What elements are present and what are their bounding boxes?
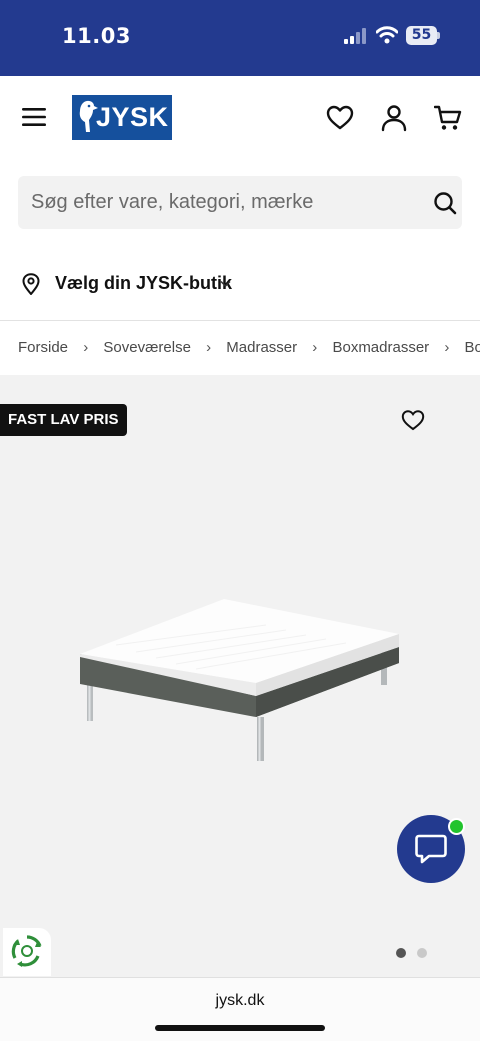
breadcrumb-item-sovevaerelse[interactable]: Soveværelse [103,339,191,356]
jysk-logo[interactable]: JYSK [72,95,172,140]
search-placeholder: Søg efter vare, kategori, mærke [31,191,314,213]
price-badge: FAST LAV PRIS [0,404,127,436]
store-selector-label: Vælg din JYSK-butik [55,273,233,293]
breadcrumb-item-madrasser[interactable]: Madrasser [226,339,297,356]
chat-icon [415,834,447,864]
cart-icon[interactable] [434,104,462,132]
breadcrumb-item-current[interactable]: Boxmadrasser [465,339,480,356]
battery-level: 55 [411,27,432,43]
chevron-down-icon [220,280,231,288]
chevron-right-icon: › [312,338,318,356]
status-bar: 11.03 55 [0,0,480,76]
chevron-right-icon: › [444,338,450,356]
product-image [80,599,399,761]
pagination-dot[interactable] [417,948,428,958]
battery-indicator: 55 [406,26,440,45]
image-pagination [396,945,434,958]
cellular-signal-icon [344,28,366,44]
product-image-gallery[interactable]: FAST LAV PRIS [0,375,480,977]
chevron-right-icon: › [83,338,89,356]
location-pin-icon [22,273,40,295]
account-icon[interactable] [380,104,408,132]
sustainability-badge[interactable] [3,928,51,976]
browser-url[interactable]: jysk.dk [0,992,480,1010]
heart-icon[interactable] [326,104,354,132]
search-icon[interactable] [433,191,457,215]
pagination-dot-active[interactable] [396,948,406,958]
divider [0,320,480,321]
recycle-icon [11,935,42,967]
heart-icon[interactable] [401,409,425,431]
site-header: JYSK [0,76,480,166]
home-indicator[interactable] [155,1025,325,1031]
chat-button[interactable] [397,815,465,883]
store-selector[interactable]: Vælg din JYSK-butik [0,260,480,308]
breadcrumb-item-forside[interactable]: Forside [18,339,68,356]
logo-text: JYSK [96,102,169,132]
breadcrumb: Forside › Soveværelse › Madrasser › Boxm… [18,338,480,360]
browser-address-bar[interactable]: jysk.dk [0,977,480,1041]
online-status-dot [448,818,465,835]
search-input[interactable]: Søg efter vare, kategori, mærke [18,176,462,229]
wifi-icon [376,26,398,44]
breadcrumb-item-boxmadrasser[interactable]: Boxmadrasser [332,339,429,356]
chevron-right-icon: › [206,338,212,356]
status-time: 11.03 [62,24,131,48]
menu-icon[interactable] [22,107,46,127]
